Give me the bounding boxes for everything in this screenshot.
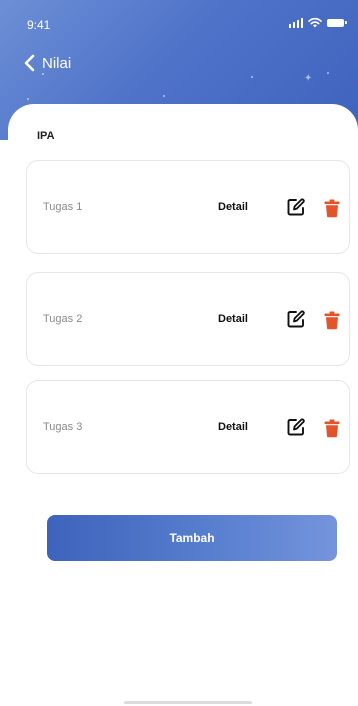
star-dot — [327, 72, 329, 74]
star-dot — [163, 95, 165, 97]
edit-icon[interactable] — [286, 417, 306, 437]
edit-icon[interactable] — [286, 197, 306, 217]
trash-icon[interactable] — [322, 198, 342, 218]
item-label: Tugas 2 — [43, 313, 83, 325]
star-dot — [42, 73, 44, 75]
trash-icon[interactable] — [322, 418, 342, 438]
chevron-left-icon — [24, 54, 35, 72]
list-item: Tugas 3 Detail — [26, 380, 350, 474]
wifi-icon — [308, 17, 322, 28]
section-title: IPA — [37, 130, 55, 142]
star-dot — [251, 76, 253, 78]
list-item: Tugas 2 Detail — [26, 272, 350, 366]
detail-link[interactable]: Detail — [218, 201, 248, 213]
detail-link[interactable]: Detail — [218, 421, 248, 433]
star-dot — [27, 98, 29, 100]
home-indicator — [124, 701, 252, 704]
add-button[interactable]: Tambah — [47, 515, 337, 561]
status-time: 9:41 — [27, 18, 51, 32]
item-label: Tugas 3 — [43, 421, 83, 433]
back-button[interactable]: Nilai — [22, 54, 71, 72]
status-icons — [288, 17, 347, 28]
list-item: Tugas 1 Detail — [26, 160, 350, 254]
battery-icon — [327, 18, 347, 27]
detail-link[interactable]: Detail — [218, 313, 248, 325]
signal-icon — [288, 17, 303, 28]
trash-icon[interactable] — [322, 310, 342, 330]
item-label: Tugas 1 — [43, 201, 83, 213]
sparkle-decoration: ✦ — [304, 73, 313, 84]
page-title: Nilai — [42, 54, 72, 72]
edit-icon[interactable] — [286, 309, 306, 329]
